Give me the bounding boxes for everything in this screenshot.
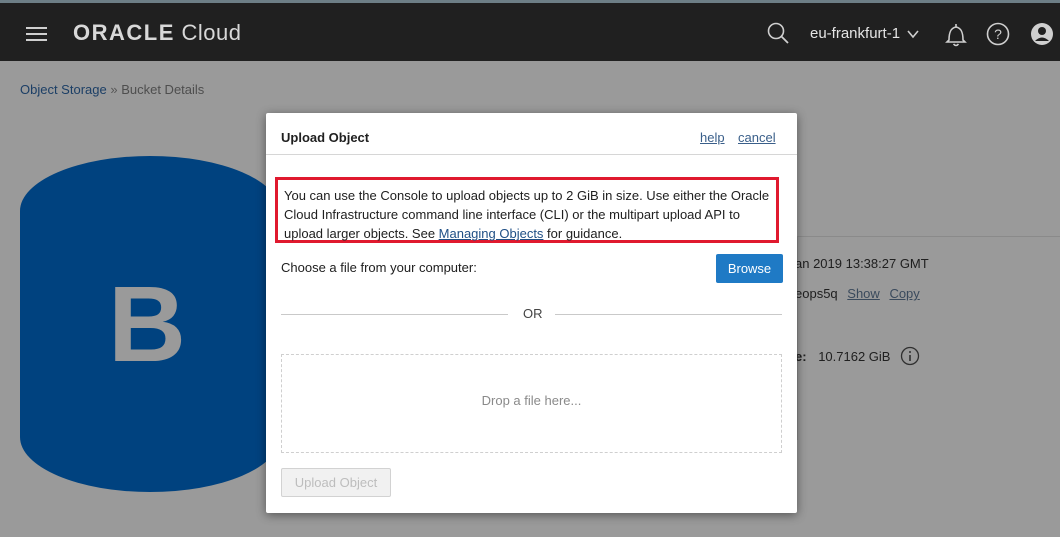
- search-icon[interactable]: [766, 21, 790, 50]
- chevron-down-icon[interactable]: [906, 27, 920, 46]
- user-icon[interactable]: [1030, 22, 1054, 51]
- help-link[interactable]: help: [700, 130, 725, 145]
- upload-object-dialog: Upload Object help cancel You can use th…: [266, 113, 797, 513]
- namespace-value: eops5q: [795, 286, 838, 301]
- or-label: OR: [523, 306, 543, 321]
- svg-text:?: ?: [994, 26, 1002, 42]
- show-link[interactable]: Show: [847, 286, 880, 301]
- brand-cloud-text: Cloud: [181, 20, 242, 45]
- drop-placeholder: Drop a file here...: [481, 393, 582, 408]
- file-drop-zone[interactable]: Drop a file here...: [281, 354, 782, 453]
- brand-oracle-text: ORACLE: [73, 20, 175, 45]
- bucket-letter: B: [108, 263, 186, 384]
- choose-file-label: Choose a file from your computer:: [281, 260, 477, 275]
- breadcrumb: Object Storage » Bucket Details: [20, 82, 204, 97]
- bell-icon[interactable]: [944, 22, 968, 53]
- oracle-cloud-logo[interactable]: ORACLE Cloud: [73, 20, 242, 46]
- bucket-size-row: e: 10.7162 GiB: [795, 346, 920, 369]
- or-divider-left: [281, 314, 508, 315]
- size-value: 10.7162 GiB: [818, 348, 891, 364]
- breadcrumb-current: Bucket Details: [121, 82, 205, 97]
- region-selector[interactable]: eu-frankfurt-1: [810, 25, 900, 42]
- hamburger-icon[interactable]: [26, 27, 47, 41]
- size-limit-notice: You can use the Console to upload object…: [275, 177, 779, 243]
- cancel-link[interactable]: cancel: [738, 130, 776, 145]
- managing-objects-link[interactable]: Managing Objects: [439, 226, 544, 241]
- upload-object-button[interactable]: Upload Object: [281, 468, 391, 497]
- or-divider-right: [555, 314, 782, 315]
- help-icon[interactable]: ?: [986, 22, 1010, 51]
- notice-text-2: for guidance.: [543, 226, 623, 241]
- info-icon[interactable]: [900, 346, 920, 369]
- copy-link[interactable]: Copy: [889, 286, 919, 301]
- browse-button[interactable]: Browse: [716, 254, 783, 283]
- dialog-title: Upload Object: [281, 130, 370, 145]
- breadcrumb-separator: »: [110, 82, 118, 97]
- breadcrumb-object-storage[interactable]: Object Storage: [20, 82, 107, 97]
- bucket-namespace-row: eops5q Show Copy: [795, 286, 920, 301]
- top-navigation-bar: ORACLE Cloud eu-frankfurt-1 ?: [0, 0, 1060, 61]
- bucket-created-value: an 2019 13:38:27 GMT: [795, 256, 929, 271]
- dialog-header: Upload Object help cancel: [266, 113, 797, 155]
